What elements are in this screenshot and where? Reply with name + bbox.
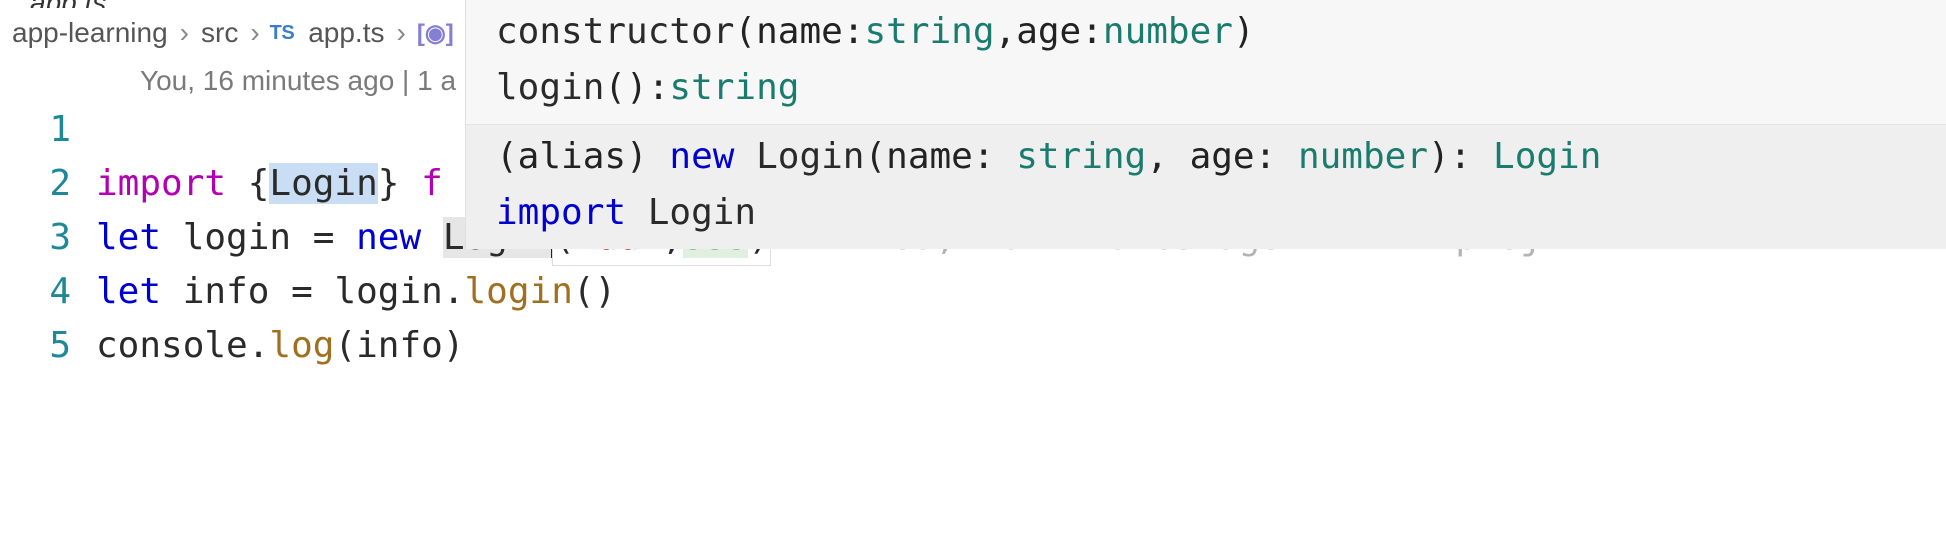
- hover-members: constructor(name:string,age:number) logi…: [466, 0, 1946, 125]
- new-keyword: new: [356, 217, 421, 258]
- variable: login: [334, 271, 442, 312]
- line-number: 1: [0, 103, 71, 157]
- console-object: console: [96, 325, 248, 366]
- symbol-variable-icon: [◉]: [412, 19, 459, 48]
- crumb-folder[interactable]: app-learning: [6, 17, 174, 49]
- chevron-right-icon: ›: [178, 17, 191, 49]
- hover-row: login():string: [496, 60, 1916, 116]
- let-keyword: let: [96, 217, 161, 258]
- brace: }: [378, 163, 400, 204]
- chevron-right-icon: ›: [248, 17, 261, 49]
- ts-file-icon: TS: [266, 22, 299, 45]
- line-number: 3: [0, 211, 71, 265]
- hover-row: import Login: [496, 185, 1916, 241]
- brace: {: [226, 163, 269, 204]
- method-call: log: [269, 325, 334, 366]
- line-number: 5: [0, 319, 71, 373]
- let-keyword: let: [96, 271, 161, 312]
- method-call: login: [465, 271, 573, 312]
- hover-definition: (alias) new Login(name: string, age: num…: [466, 125, 1946, 249]
- args: (info): [334, 325, 464, 366]
- code-line[interactable]: console.log(info): [96, 319, 1946, 373]
- gutter: 1 2 3 4 5: [0, 103, 96, 373]
- variable: info: [161, 271, 269, 312]
- hover-row: constructor(name:string,age:number): [496, 4, 1916, 60]
- line-number: 4: [0, 265, 71, 319]
- equals: =: [291, 217, 356, 258]
- variable: login: [161, 217, 291, 258]
- close-icon[interactable]: ×: [156, 0, 174, 8]
- from-keyword: f: [399, 163, 442, 204]
- editor-tab[interactable]: app.ts: [30, 0, 106, 8]
- hover-tooltip: constructor(name:string,age:number) logi…: [465, 0, 1946, 249]
- crumb-file[interactable]: app.ts: [302, 17, 390, 49]
- login-identifier: Login: [269, 163, 377, 204]
- hover-row: (alias) new Login(name: string, age: num…: [496, 129, 1916, 185]
- code-line[interactable]: let info = login.login(): [96, 265, 1946, 319]
- crumb-folder[interactable]: src: [195, 17, 244, 49]
- line-number: 2: [0, 157, 71, 211]
- import-keyword: import: [96, 163, 226, 204]
- chevron-right-icon: ›: [395, 17, 408, 49]
- tab-label: app.ts: [30, 0, 106, 8]
